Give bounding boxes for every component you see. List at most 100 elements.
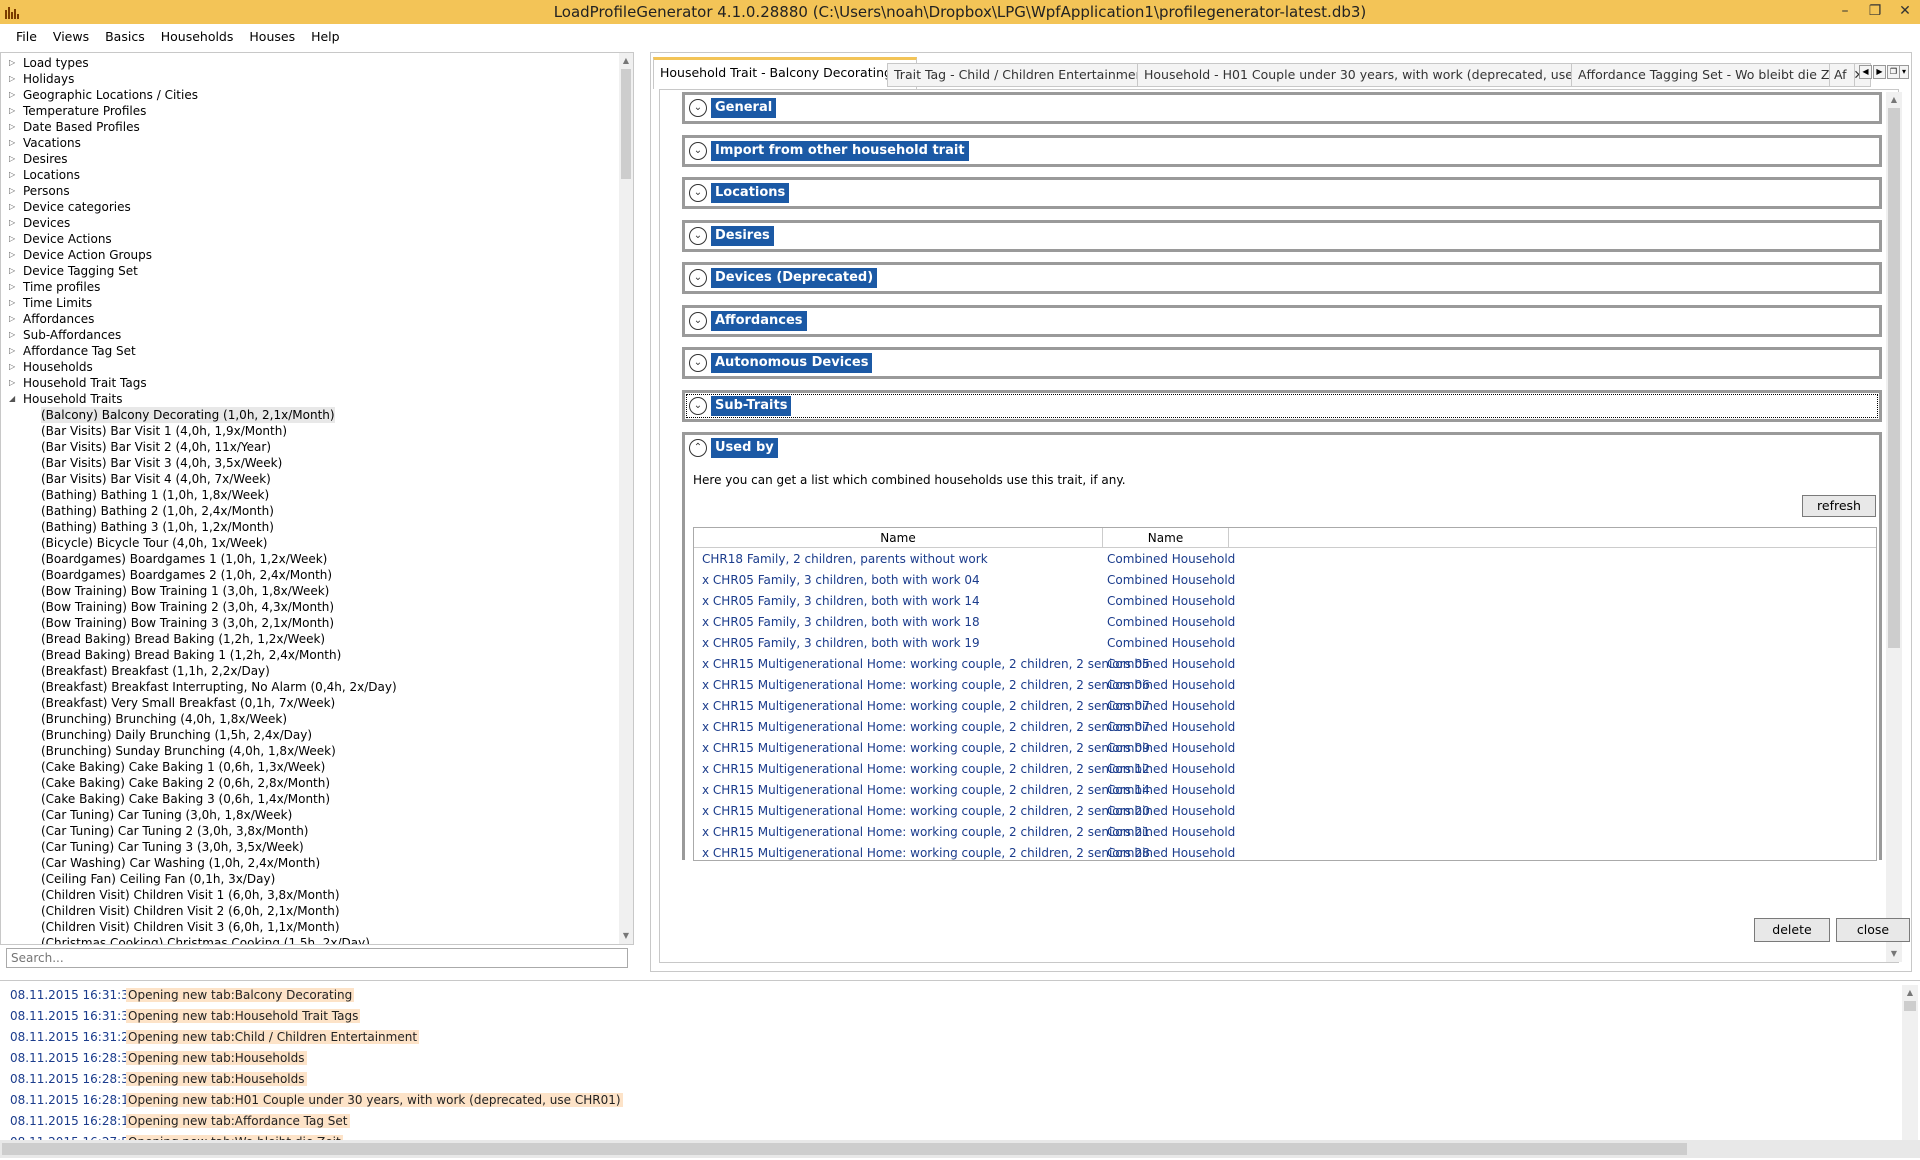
tree-node[interactable]: ▷ Households bbox=[9, 359, 93, 375]
expand-icon[interactable]: ⌄ bbox=[689, 397, 707, 415]
refresh-button[interactable]: refresh bbox=[1802, 495, 1876, 517]
tree-collapsed-icon[interactable]: ▷ bbox=[9, 279, 23, 295]
search-input[interactable] bbox=[6, 948, 628, 968]
close-window-button[interactable]: ✕ bbox=[1890, 0, 1920, 24]
tree-child-item[interactable]: (Children Visit) Children Visit 2 (6,0h,… bbox=[41, 903, 340, 919]
tree-collapsed-icon[interactable]: ▷ bbox=[9, 71, 23, 87]
expand-icon[interactable]: ⌄ bbox=[689, 269, 707, 287]
expand-icon[interactable]: ⌄ bbox=[689, 354, 707, 372]
scroll-up-icon[interactable]: ▲ bbox=[1902, 985, 1918, 1001]
tab-scroll-left-icon[interactable]: ◀ bbox=[1859, 65, 1872, 79]
tree-child-item[interactable]: (Cake Baking) Cake Baking 2 (0,6h, 2,8x/… bbox=[41, 775, 330, 791]
expand-icon[interactable]: ⌄ bbox=[689, 312, 707, 330]
section-locations[interactable]: ⌄ Locations bbox=[682, 177, 1882, 209]
tree-node[interactable]: ▷ Geographic Locations / Cities bbox=[9, 87, 198, 103]
delete-button[interactable]: delete bbox=[1754, 918, 1830, 942]
tree-collapsed-icon[interactable]: ▷ bbox=[9, 183, 23, 199]
tree-collapsed-icon[interactable]: ▷ bbox=[9, 295, 23, 311]
tree-child-item[interactable]: (Breakfast) Breakfast (1,1h, 2,2x/Day) bbox=[41, 663, 270, 679]
section-autonomous-devices[interactable]: ⌄ Autonomous Devices bbox=[682, 347, 1882, 379]
tree-collapsed-icon[interactable]: ▷ bbox=[9, 167, 23, 183]
tree-child-item[interactable]: (Car Tuning) Car Tuning (3,0h, 1,8x/Week… bbox=[41, 807, 292, 823]
section-header[interactable]: Used by bbox=[711, 438, 778, 458]
tree-collapsed-icon[interactable]: ▷ bbox=[9, 327, 23, 343]
section-header[interactable]: Import from other household trait bbox=[711, 141, 969, 161]
household-name-cell[interactable]: x CHR05 Family, 3 children, both with wo… bbox=[702, 633, 980, 654]
log-scrollbar[interactable]: ▲ bbox=[1902, 985, 1918, 1140]
table-row[interactable]: x CHR15 Multigenerational Home: working … bbox=[694, 654, 1876, 675]
tree-child-item[interactable]: (Breakfast) Breakfast Interrupting, No A… bbox=[41, 679, 397, 695]
tree-node[interactable]: ▷ Device Tagging Set bbox=[9, 263, 138, 279]
table-row[interactable]: CHR18 Family, 2 children, parents withou… bbox=[694, 549, 1876, 570]
tree-collapsed-icon[interactable]: ▷ bbox=[9, 311, 23, 327]
tree-collapsed-icon[interactable]: ▷ bbox=[9, 215, 23, 231]
table-row[interactable]: x CHR15 Multigenerational Home: working … bbox=[694, 780, 1876, 801]
tree-collapsed-icon[interactable]: ▷ bbox=[9, 135, 23, 151]
tab-overflow[interactable]: Af bbox=[1829, 63, 1855, 87]
tree-node[interactable]: ▷ Locations bbox=[9, 167, 80, 183]
tree-child-item[interactable]: (Balcony) Balcony Decorating (1,0h, 2,1x… bbox=[41, 407, 335, 423]
section-header[interactable]: Locations bbox=[711, 183, 790, 203]
tree-child-item[interactable]: (Bow Training) Bow Training 2 (3,0h, 4,3… bbox=[41, 599, 334, 615]
scroll-up-icon[interactable]: ▲ bbox=[1886, 92, 1902, 108]
tree-node[interactable]: ▷ Holidays bbox=[9, 71, 74, 87]
household-name-cell[interactable]: x CHR05 Family, 3 children, both with wo… bbox=[702, 570, 980, 591]
tree-node[interactable]: ▷ Device Action Groups bbox=[9, 247, 152, 263]
section-header[interactable]: Sub-Traits bbox=[711, 396, 792, 416]
tree-node[interactable]: ▷ Devices bbox=[9, 215, 70, 231]
tree-collapsed-icon[interactable]: ▷ bbox=[9, 263, 23, 279]
tree-node[interactable]: ▷ Persons bbox=[9, 183, 70, 199]
column-header-type[interactable]: Name bbox=[1103, 528, 1229, 548]
table-row[interactable]: x CHR15 Multigenerational Home: working … bbox=[694, 717, 1876, 738]
tree-child-item[interactable]: (Bathing) Bathing 3 (1,0h, 1,2x/Month) bbox=[41, 519, 274, 535]
menu-file[interactable]: File bbox=[8, 26, 45, 48]
tree-child-item[interactable]: (Bar Visits) Bar Visit 4 (4,0h, 7x/Week) bbox=[41, 471, 271, 487]
menu-basics[interactable]: Basics bbox=[97, 26, 153, 48]
household-name-cell[interactable]: x CHR15 Multigenerational Home: working … bbox=[702, 822, 1150, 843]
tree-child-item[interactable]: (Breakfast) Very Small Breakfast (0,1h, … bbox=[41, 695, 335, 711]
section-header[interactable]: Autonomous Devices bbox=[711, 353, 873, 373]
table-row[interactable]: x CHR15 Multigenerational Home: working … bbox=[694, 696, 1876, 717]
table-row[interactable]: x CHR05 Family, 3 children, both with wo… bbox=[694, 633, 1876, 654]
tab-trait-tag[interactable]: Trait Tag - Child / Children Entertainme… bbox=[887, 63, 1174, 87]
household-name-cell[interactable]: x CHR15 Multigenerational Home: working … bbox=[702, 654, 1150, 675]
tree-child-item[interactable]: (Boardgames) Boardgames 2 (1,0h, 2,4x/Mo… bbox=[41, 567, 332, 583]
tree-collapsed-icon[interactable]: ▷ bbox=[9, 87, 23, 103]
tree-collapsed-icon[interactable]: ▷ bbox=[9, 199, 23, 215]
tree-collapsed-icon[interactable]: ▷ bbox=[9, 343, 23, 359]
section-sub-traits[interactable]: ⌄ Sub-Traits bbox=[682, 390, 1882, 422]
tree-scrollbar[interactable]: ▲ ▼ bbox=[619, 53, 633, 944]
expand-icon[interactable]: ⌄ bbox=[689, 184, 707, 202]
editor-scrollbar[interactable]: ▲ ▼ bbox=[1886, 92, 1902, 962]
tree-node[interactable]: ▷ Time profiles bbox=[9, 279, 100, 295]
tree-child-item[interactable]: (Bathing) Bathing 2 (1,0h, 2,4x/Month) bbox=[41, 503, 274, 519]
tree-node[interactable]: ◢ Household Traits bbox=[9, 391, 122, 407]
close-button[interactable]: close bbox=[1836, 918, 1910, 942]
scroll-up-icon[interactable]: ▲ bbox=[619, 53, 633, 69]
section-header[interactable]: Affordances bbox=[711, 311, 807, 331]
scroll-down-icon[interactable]: ▼ bbox=[1886, 946, 1902, 962]
log-scroll-thumb[interactable] bbox=[1904, 1001, 1916, 1011]
section-import[interactable]: ⌄ Import from other household trait bbox=[682, 135, 1882, 167]
menu-houses[interactable]: Houses bbox=[241, 26, 303, 48]
tab-affordance-tagging-set[interactable]: Affordance Tagging Set - Wo bleibt die Z… bbox=[1571, 63, 1871, 87]
tree-child-item[interactable]: (Boardgames) Boardgames 1 (1,0h, 1,2x/We… bbox=[41, 551, 327, 567]
tree-node[interactable]: ▷ Device categories bbox=[9, 199, 131, 215]
tree-child-item[interactable]: (Ceiling Fan) Ceiling Fan (0,1h, 3x/Day) bbox=[41, 871, 275, 887]
tab-menu-icon[interactable]: ▾ bbox=[1899, 65, 1909, 79]
tree-child-item[interactable]: (Bread Baking) Bread Baking (1,2h, 1,2x/… bbox=[41, 631, 325, 647]
household-name-cell[interactable]: x CHR15 Multigenerational Home: working … bbox=[702, 738, 1150, 759]
horizontal-scroll-thumb[interactable] bbox=[2, 1143, 1687, 1155]
section-header[interactable]: Devices (Deprecated) bbox=[711, 268, 878, 288]
tab-household-trait[interactable]: Household Trait - Balcony Decorating✕ bbox=[653, 57, 918, 89]
tree-node[interactable]: ▷ Temperature Profiles bbox=[9, 103, 146, 119]
expand-icon[interactable]: ⌄ bbox=[689, 227, 707, 245]
maximize-button[interactable]: ❐ bbox=[1860, 0, 1890, 24]
collapse-icon[interactable]: ⌃ bbox=[689, 439, 707, 457]
tree-collapsed-icon[interactable]: ▷ bbox=[9, 231, 23, 247]
table-row[interactable]: x CHR15 Multigenerational Home: working … bbox=[694, 822, 1876, 843]
tree-child-item[interactable]: (Children Visit) Children Visit 3 (6,0h,… bbox=[41, 919, 340, 935]
household-name-cell[interactable]: CHR18 Family, 2 children, parents withou… bbox=[702, 549, 988, 570]
household-name-cell[interactable]: x CHR15 Multigenerational Home: working … bbox=[702, 675, 1150, 696]
table-row[interactable]: x CHR15 Multigenerational Home: working … bbox=[694, 759, 1876, 780]
